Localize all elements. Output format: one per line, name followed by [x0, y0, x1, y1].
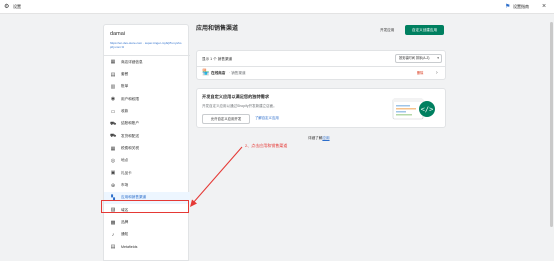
sidebar-item-label: 礼品卡	[121, 170, 132, 175]
sidebar-item-plan[interactable]: ▤ 套餐	[104, 68, 190, 80]
sidebar-item-apps[interactable]: ▚ 应用和销售渠道	[104, 191, 190, 205]
sort-select[interactable]: 按安装时间 排序(A-Z) ▾	[395, 54, 442, 63]
learn-more-prefix: 详细了解	[308, 136, 323, 140]
sidebar-item-label: Metafields	[121, 244, 138, 249]
truck-icon: ⛟	[110, 133, 117, 140]
sidebar-item-user[interactable]: ◉ 用户和权限	[104, 93, 190, 105]
annotation-text: 2、点击应用和销售渠道	[245, 143, 288, 148]
store-url-link[interactable]: https://en.dev-store.com · super-tinger-…	[110, 41, 182, 49]
setup-guide-link[interactable]: 设置指南	[513, 4, 529, 10]
sidebar-item-giftcard[interactable]: ▣ 礼品卡	[104, 167, 190, 179]
sidebar-item-label: 地点	[121, 158, 129, 163]
sidebar-item-truck[interactable]: ⛟ 发货和配送	[104, 130, 190, 142]
sidebar-item-label: 品牌	[121, 220, 129, 225]
code-illustration: </>	[392, 98, 435, 120]
sidebar-item-label: 应用和销售渠道	[121, 195, 147, 200]
sidebar-item-domain[interactable]: ▨ 域名	[104, 204, 190, 216]
location-icon: ◎	[110, 157, 116, 164]
sidebar-item-label: 市场	[121, 183, 129, 188]
sidebar-item-label: 账单	[121, 84, 129, 89]
develop-apps-button[interactable]: 开发应用	[380, 26, 394, 34]
channel-count: 显示 1 个 销售渠道	[202, 57, 233, 61]
page-title: 设置	[13, 4, 21, 9]
sidebar-item-billing[interactable]: ▥ 账单	[104, 81, 190, 93]
sidebar-item-label: 通知	[121, 232, 129, 237]
tax-icon: ▦	[110, 145, 116, 152]
flag-icon[interactable]: ⚑	[505, 3, 510, 11]
sidebar-item-label: 商店详细信息	[121, 59, 143, 64]
globe-icon: ⊕	[110, 182, 116, 189]
payment-icon: ▭	[110, 108, 116, 115]
channel-delete-link[interactable]: 删除	[417, 71, 423, 76]
channel-type: · 销售渠道	[229, 71, 246, 75]
create-app-button[interactable]: 自定义创建应用	[405, 25, 444, 35]
store-name: damai	[110, 31, 125, 37]
custom-app-card: 开发自定义应用以满足您的独特需求 开发自定义应用以通过Shopify开发新建立店…	[196, 88, 446, 128]
sidebar-item-payment[interactable]: ▭ 收款	[104, 105, 190, 117]
settings-sidebar: damai https://en.dev-store.com · super-t…	[103, 24, 190, 261]
learn-more: 详细了解应用	[308, 136, 330, 141]
chevron-down-icon: ▾	[437, 56, 439, 60]
brand-icon: ▩	[110, 219, 116, 226]
sidebar-item-label: 收款	[121, 109, 129, 114]
sidebar-item-label: 税费和关税	[121, 146, 139, 151]
billing-icon: ▥	[110, 83, 116, 90]
sort-select-label: 按安装时间 排序(A-Z)	[399, 56, 430, 60]
channels-card: 显示 1 个 销售渠道 按安装时间 排序(A-Z) ▾ 🏪 在线商店 · 销售渠…	[196, 50, 446, 80]
apps-icon: ▚	[111, 194, 115, 201]
sidebar-item-globe[interactable]: ⊕ 市场	[104, 179, 190, 191]
domain-icon: ▨	[110, 207, 116, 214]
metafields-icon: ▤	[110, 244, 116, 251]
bell-icon: ♪	[111, 231, 115, 238]
sidebar-item-label: 域名	[121, 207, 129, 212]
allow-custom-dev-button[interactable]: 允许自定义应用开发	[202, 114, 250, 124]
sidebar-item-tax[interactable]: ▦ 税费和关税	[104, 142, 190, 154]
custom-app-description: 开发自定义应用以通过Shopify开发新建立店面。	[202, 104, 277, 108]
sidebar-item-metafields[interactable]: ▤ Metafields	[104, 241, 190, 253]
giftcard-icon: ▣	[110, 170, 116, 177]
sidebar-item-store[interactable]: ▦ 商店详细信息	[104, 56, 190, 68]
store-icon: ▦	[110, 59, 116, 66]
settings-nav: ▦ 商店详细信息 ▤ 套餐 ▥ 账单 ◉ 用户和权限 ▭ 收款 ⛟ 结账和账户 ⛟ 发货和配送 ▦ 税费和关税…	[104, 56, 190, 254]
custom-app-title: 开发自定义应用以满足您的独特需求	[202, 94, 270, 99]
online-store-icon: 🏪	[202, 70, 210, 76]
close-icon[interactable]: ×	[542, 2, 546, 11]
chevron-right-icon[interactable]: ›	[436, 69, 438, 77]
gear-icon: ⚙	[4, 4, 10, 10]
main-title: 应用和销售渠道	[196, 26, 239, 32]
channel-name[interactable]: 在线商店	[211, 71, 225, 76]
checkout-icon: ⛟	[110, 120, 117, 127]
sidebar-item-checkout[interactable]: ⛟ 结账和账户	[104, 118, 190, 130]
svg-text:</>: </>	[421, 106, 434, 114]
sidebar-item-label: 套餐	[121, 72, 129, 77]
plan-icon: ▤	[110, 71, 116, 78]
top-bar: ⚙ 设置 ⚑ 设置指南 ×	[0, 0, 554, 14]
sidebar-item-label: 结账和账户	[121, 121, 139, 126]
sidebar-item-brand[interactable]: ▩ 品牌	[104, 216, 190, 228]
annotation-arrow	[190, 146, 243, 207]
sidebar-item-bell[interactable]: ♪ 通知	[104, 229, 190, 241]
user-icon: ◉	[110, 96, 116, 103]
sidebar-item-label: 用户和权限	[121, 96, 139, 101]
sidebar-item-label: 发货和配送	[121, 133, 139, 138]
scrollbar[interactable]	[549, 14, 554, 261]
learn-more-apps-link[interactable]: 应用	[322, 136, 329, 140]
sidebar-item-location[interactable]: ◎ 地点	[104, 155, 190, 167]
learn-custom-apps-link[interactable]: 了解自定义应用	[255, 116, 279, 121]
row-divider	[197, 66, 445, 67]
scrollbar-thumb[interactable]	[550, 22, 553, 227]
